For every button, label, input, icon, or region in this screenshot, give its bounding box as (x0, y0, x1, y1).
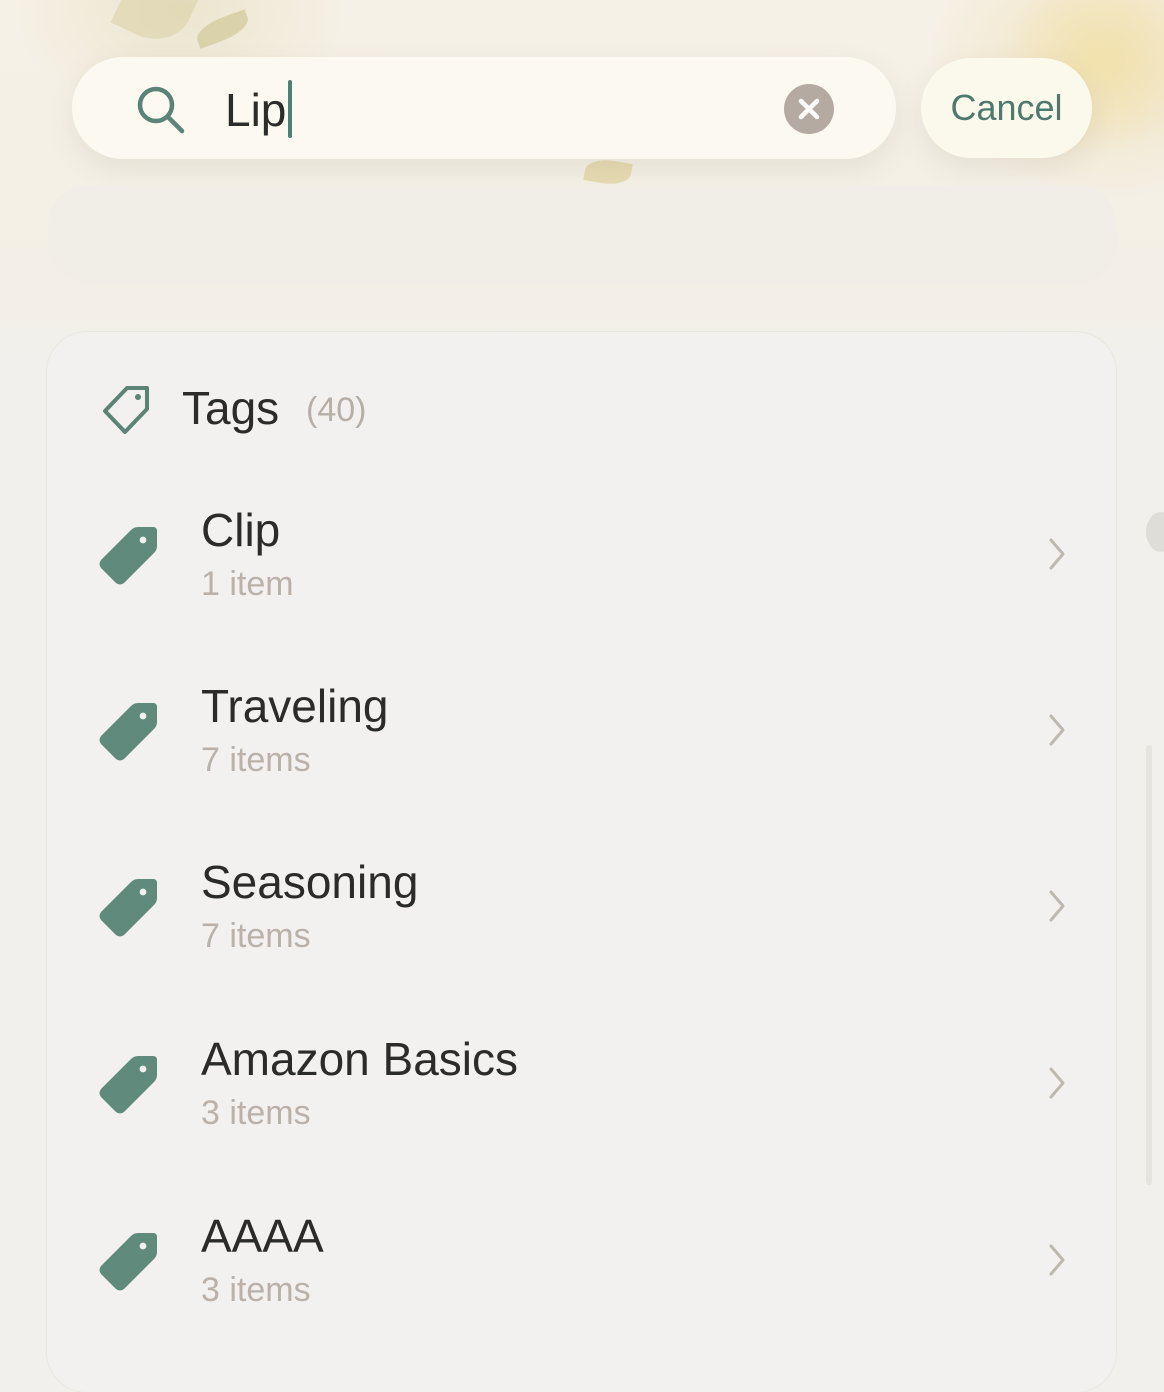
tag-filled-icon (99, 879, 157, 937)
list-item[interactable]: Seasoning 7 items (47, 854, 1116, 1030)
list-item[interactable]: Traveling 7 items (47, 678, 1116, 854)
tag-name: Clip (201, 504, 281, 556)
search-input[interactable]: Lip (225, 80, 286, 140)
tag-outline-icon (103, 386, 149, 434)
chevron-right-icon (1049, 890, 1065, 922)
clear-search-button[interactable] (784, 84, 834, 134)
filter-strip (48, 186, 1116, 282)
tag-name: Traveling (201, 680, 389, 732)
tag-filled-icon (99, 703, 157, 761)
tag-name: AAAA (201, 1210, 324, 1262)
tag-item-count: 3 items (201, 1094, 311, 1132)
chevron-right-icon (1049, 714, 1065, 746)
list-item[interactable]: Clip 1 item (47, 502, 1116, 678)
tag-filled-icon (99, 1233, 157, 1291)
clear-icon (798, 98, 820, 120)
tag-name: Amazon Basics (201, 1033, 519, 1085)
search-bar[interactable] (72, 57, 896, 159)
text-caret (288, 80, 292, 138)
section-title: Tags (182, 382, 280, 434)
list-item[interactable]: AAAA 3 items (47, 1208, 1116, 1384)
cancel-button[interactable]: Cancel (921, 58, 1092, 158)
tag-filled-icon (99, 1056, 157, 1114)
chevron-right-icon (1049, 1067, 1065, 1099)
list-item[interactable]: Amazon Basics 3 items (47, 1031, 1116, 1207)
tag-item-count: 7 items (201, 741, 311, 779)
chevron-right-icon (1049, 1244, 1065, 1276)
tag-item-count: 1 item (201, 565, 294, 603)
tag-item-count: 3 items (201, 1271, 311, 1309)
tag-name: Seasoning (201, 856, 419, 908)
section-count: (40) (306, 391, 367, 429)
tag-filled-icon (99, 527, 157, 585)
tag-item-count: 7 items (201, 917, 311, 955)
chevron-right-icon (1049, 538, 1065, 570)
search-icon (137, 86, 185, 134)
scrollbar[interactable] (1146, 745, 1152, 1185)
